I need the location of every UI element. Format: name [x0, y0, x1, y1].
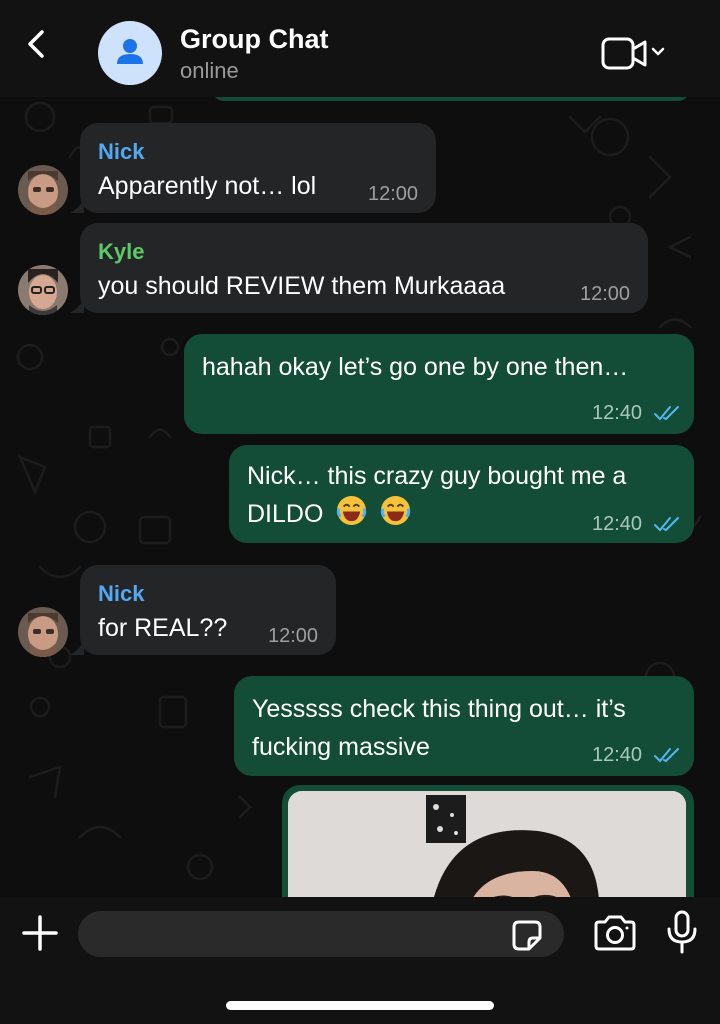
- message-bubble[interactable]: Nick Apparently not… lol 12:00: [80, 123, 436, 213]
- message-text: Yesssss check this thing out… it’s: [252, 695, 626, 723]
- message-time: 12:00: [268, 625, 319, 647]
- nick-avatar[interactable]: [18, 165, 68, 215]
- sender-name: Nick: [98, 581, 145, 606]
- sender-name: Kyle: [98, 239, 145, 264]
- camera-icon[interactable]: [592, 913, 638, 953]
- microphone-icon[interactable]: [664, 909, 700, 955]
- bubble-tail: [70, 199, 84, 213]
- message-bubble[interactable]: Kyle you should REVIEW them Murkaaaa 12:…: [80, 223, 648, 313]
- group-avatar[interactable]: [98, 21, 162, 85]
- laughing-emoji-icon: [381, 495, 411, 526]
- message-text: Apparently not… lol: [98, 172, 317, 200]
- photo-message-bubble[interactable]: [282, 785, 694, 897]
- message-text: hahah okay let’s go one by one then…: [202, 353, 629, 381]
- message-text-line2: DILDO: [247, 495, 411, 533]
- laughing-emoji-icon: [337, 495, 367, 526]
- read-receipt-icon: [654, 517, 679, 532]
- chat-title[interactable]: Group Chat: [180, 24, 329, 55]
- read-receipt-icon: [654, 748, 679, 763]
- video-call-icon[interactable]: [600, 34, 672, 74]
- message-text: fucking massive: [252, 733, 430, 761]
- chat-status: online: [180, 58, 239, 83]
- bubble-tail: [70, 641, 84, 655]
- nick-avatar[interactable]: [18, 607, 68, 657]
- home-indicator[interactable]: [226, 1001, 494, 1010]
- message-time: 12:00: [368, 183, 419, 205]
- message-time: 12:40: [592, 744, 643, 766]
- previous-message-bubble: [212, 97, 690, 101]
- message-composer: [0, 897, 720, 1024]
- chat-header: Group Chat online: [0, 0, 720, 97]
- message-bubble[interactable]: Nick… this crazy guy bought me a DILDO 1…: [229, 445, 694, 543]
- bubble-tail: [70, 299, 84, 313]
- message-text: Nick… this crazy guy bought me a: [247, 462, 627, 490]
- photo-thumbnail[interactable]: [288, 791, 686, 897]
- sticker-icon[interactable]: [508, 917, 546, 955]
- plus-icon[interactable]: [20, 913, 60, 953]
- read-receipt-icon: [654, 406, 679, 421]
- message-time: 12:40: [592, 402, 643, 424]
- message-time: 12:40: [592, 513, 643, 535]
- message-bubble[interactable]: Yesssss check this thing out… it’s fucki…: [234, 676, 694, 776]
- message-list[interactable]: Nick Apparently not… lol 12:00 Kyle you …: [0, 97, 720, 897]
- person-icon: [117, 39, 143, 64]
- message-input[interactable]: [78, 911, 564, 957]
- message-text: you should REVIEW them Murkaaaa: [98, 272, 506, 300]
- kyle-avatar[interactable]: [18, 265, 68, 315]
- message-bubble[interactable]: Nick for REAL?? 12:00: [80, 565, 336, 655]
- message-text: DILDO: [247, 500, 324, 528]
- back-chevron-icon[interactable]: [18, 26, 54, 62]
- sender-name: Nick: [98, 139, 145, 164]
- message-bubble[interactable]: hahah okay let’s go one by one then… 12:…: [184, 334, 694, 434]
- message-time: 12:00: [580, 283, 631, 305]
- message-text: for REAL??: [98, 614, 228, 642]
